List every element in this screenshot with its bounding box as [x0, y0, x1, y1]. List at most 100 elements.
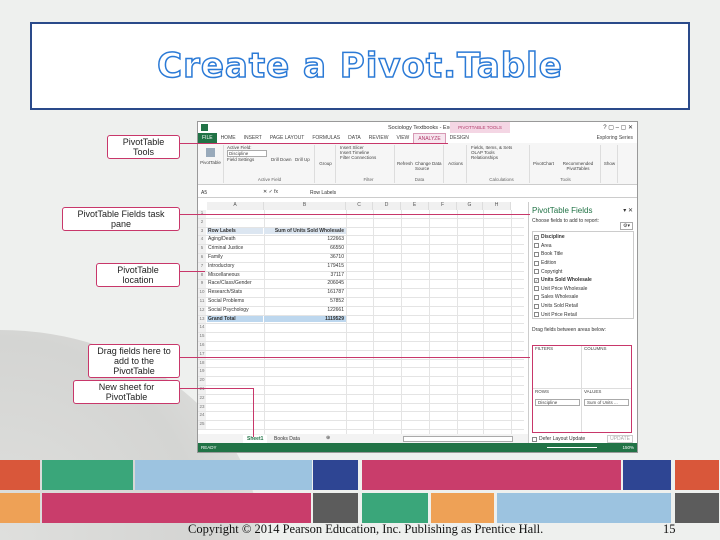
tab-formulas[interactable]: FORMULAS	[308, 133, 344, 143]
active-field-input[interactable]: Discipline	[227, 150, 267, 157]
field-item[interactable]: Sales Wholesale	[534, 293, 632, 302]
column-header[interactable]: E	[401, 202, 429, 210]
checkbox[interactable]	[534, 243, 539, 249]
rows-area[interactable]: ROWS Discipline	[533, 389, 582, 432]
refresh-button[interactable]: Refresh	[397, 161, 413, 166]
excel-icon	[201, 124, 208, 131]
filter-connections-button[interactable]: Filter Connections	[340, 155, 394, 160]
pivot-label-cell[interactable]: Social Problems	[207, 298, 263, 304]
field-item[interactable]: ✓ Discipline	[534, 233, 632, 242]
checkbox[interactable]	[534, 294, 539, 300]
checkbox[interactable]	[534, 303, 539, 309]
pivot-label-cell[interactable]: Criminal Justice	[207, 245, 263, 251]
pivot-value-cell[interactable]: 206045	[264, 280, 346, 286]
tab-home[interactable]: HOME	[217, 133, 240, 143]
field-item[interactable]: Unit Price Wholesale	[534, 285, 632, 294]
close-icon[interactable]: ▾ ✕	[623, 207, 633, 214]
pivot-value-cell[interactable]: 179415	[264, 263, 346, 269]
pivot-value-cell[interactable]: 122661	[264, 307, 346, 313]
column-header[interactable]: A	[207, 202, 264, 210]
defer-layout-checkbox[interactable]: Defer Layout Update	[532, 436, 585, 442]
horizontal-scrollbar[interactable]	[403, 436, 513, 442]
field-item[interactable]: Book Title	[534, 250, 632, 259]
checkbox[interactable]	[534, 251, 539, 257]
pivot-value-cell[interactable]: 161787	[264, 289, 346, 295]
values-item-dropdown[interactable]: Sum of Units ...	[584, 399, 629, 406]
tab-file[interactable]: FILE	[198, 133, 217, 143]
row-number: 12	[198, 306, 206, 315]
pivot-value-cell[interactable]: 36710	[264, 254, 346, 260]
pivot-label-cell[interactable]: Race/Class/Gender	[207, 280, 263, 286]
pivot-label-cell[interactable]: Aging/Death	[207, 236, 263, 242]
column-header[interactable]: B	[264, 202, 346, 210]
field-item[interactable]: Copyright	[534, 267, 632, 276]
pivot-label-cell[interactable]: Miscellaneous	[207, 272, 263, 278]
zoom-slider[interactable]	[547, 447, 597, 448]
checkbox[interactable]: ✓	[534, 234, 539, 240]
rows-item-dropdown[interactable]: Discipline	[535, 399, 580, 406]
drill-down-button[interactable]: Drill Down	[271, 157, 292, 162]
recommended-pivottables-button[interactable]: Recommended PivotTables	[557, 161, 599, 171]
field-item[interactable]: Edition	[534, 259, 632, 268]
add-sheet-icon[interactable]: ⊕	[326, 435, 330, 441]
checkbox[interactable]	[534, 286, 539, 292]
group-button[interactable]: Group	[316, 145, 336, 183]
drill-up-button[interactable]: Drill Up	[295, 157, 310, 162]
tab-analyze[interactable]: ANALYZE	[413, 133, 446, 143]
tab-page-layout[interactable]: PAGE LAYOUT	[266, 133, 309, 143]
tab-design[interactable]: DESIGN	[446, 133, 473, 143]
pivottable-button[interactable]: PivotTable	[198, 145, 224, 183]
column-header[interactable]: H	[483, 202, 511, 210]
window-controls[interactable]: ? ▢ – ▢ ✕	[603, 124, 633, 131]
column-header[interactable]: G	[457, 202, 483, 210]
pivot-value-cell[interactable]: 122663	[264, 236, 346, 242]
pivot-label-cell[interactable]: Row Labels	[207, 227, 263, 234]
name-box[interactable]: A5	[201, 190, 231, 196]
relationships-button[interactable]: Relationships	[471, 155, 529, 160]
update-button[interactable]: UPDATE	[607, 435, 633, 443]
pivot-value-cell[interactable]: Sum of Units Sold Wholesale	[264, 227, 346, 234]
filters-area[interactable]: FILTERS	[533, 346, 582, 389]
pivot-value-cell[interactable]: 66550	[264, 245, 346, 251]
user-name[interactable]: Exploring Series	[593, 133, 637, 143]
tab-insert[interactable]: INSERT	[240, 133, 266, 143]
checkbox[interactable]	[534, 312, 539, 318]
pivot-value-cell[interactable]: 37117	[264, 272, 346, 278]
pivot-label-cell[interactable]: Social Psychology	[207, 307, 263, 313]
callout-line	[180, 388, 253, 389]
gear-icon[interactable]: ⚙▾	[620, 222, 633, 230]
show-button[interactable]: Show	[602, 145, 618, 183]
pivottable-label: PivotTable	[200, 160, 221, 165]
table-row: 14	[198, 324, 524, 334]
tab-review[interactable]: REVIEW	[365, 133, 393, 143]
column-header[interactable]: D	[373, 202, 401, 210]
field-item[interactable]: Unit Price Retail	[534, 310, 632, 319]
field-item[interactable]: ✓ Units Sold Wholesale	[534, 276, 632, 285]
tab-view[interactable]: VIEW	[392, 133, 413, 143]
field-item[interactable]: Area	[534, 242, 632, 251]
sheet-tab-books-data[interactable]: Books Data	[274, 436, 300, 442]
pivot-label-cell[interactable]: Family	[207, 254, 263, 260]
columns-area[interactable]: COLUMNS	[582, 346, 631, 389]
checkbox[interactable]	[534, 269, 539, 275]
pivot-value-cell[interactable]: 1119529	[264, 315, 346, 322]
change-data-source-button[interactable]: Change Data Source	[415, 161, 443, 171]
table-row: 11 Social Problems 57852	[198, 298, 524, 307]
pivottable-fields-pane: PivotTable Fields ▾ ✕ Choose fields to a…	[528, 202, 637, 445]
pivot-label-cell[interactable]: Research/Stats	[207, 289, 263, 295]
column-header[interactable]: F	[429, 202, 457, 210]
pivot-label-cell[interactable]: Grand Total	[207, 315, 263, 322]
column-header[interactable]: C	[346, 202, 373, 210]
tab-data[interactable]: DATA	[344, 133, 365, 143]
values-area[interactable]: VALUES Sum of Units ...	[582, 389, 631, 432]
pivot-label-cell[interactable]: Introductory	[207, 263, 263, 269]
checkbox[interactable]: ✓	[534, 277, 539, 283]
actions-button[interactable]: Actions	[445, 145, 467, 183]
pivotchart-button[interactable]: PivotChart	[533, 161, 554, 166]
pivot-value-cell[interactable]: 57852	[264, 298, 346, 304]
checkbox[interactable]	[534, 260, 539, 266]
formula-input[interactable]: Row Labels	[310, 190, 336, 196]
field-item[interactable]: Units Sold Retail	[534, 302, 632, 311]
drag-label: Drag fields between areas below:	[532, 327, 606, 333]
worksheet-grid[interactable]: A B C D E F G H 1 2 3 Row Labels Sum of Units Sold W…	[198, 202, 524, 434]
